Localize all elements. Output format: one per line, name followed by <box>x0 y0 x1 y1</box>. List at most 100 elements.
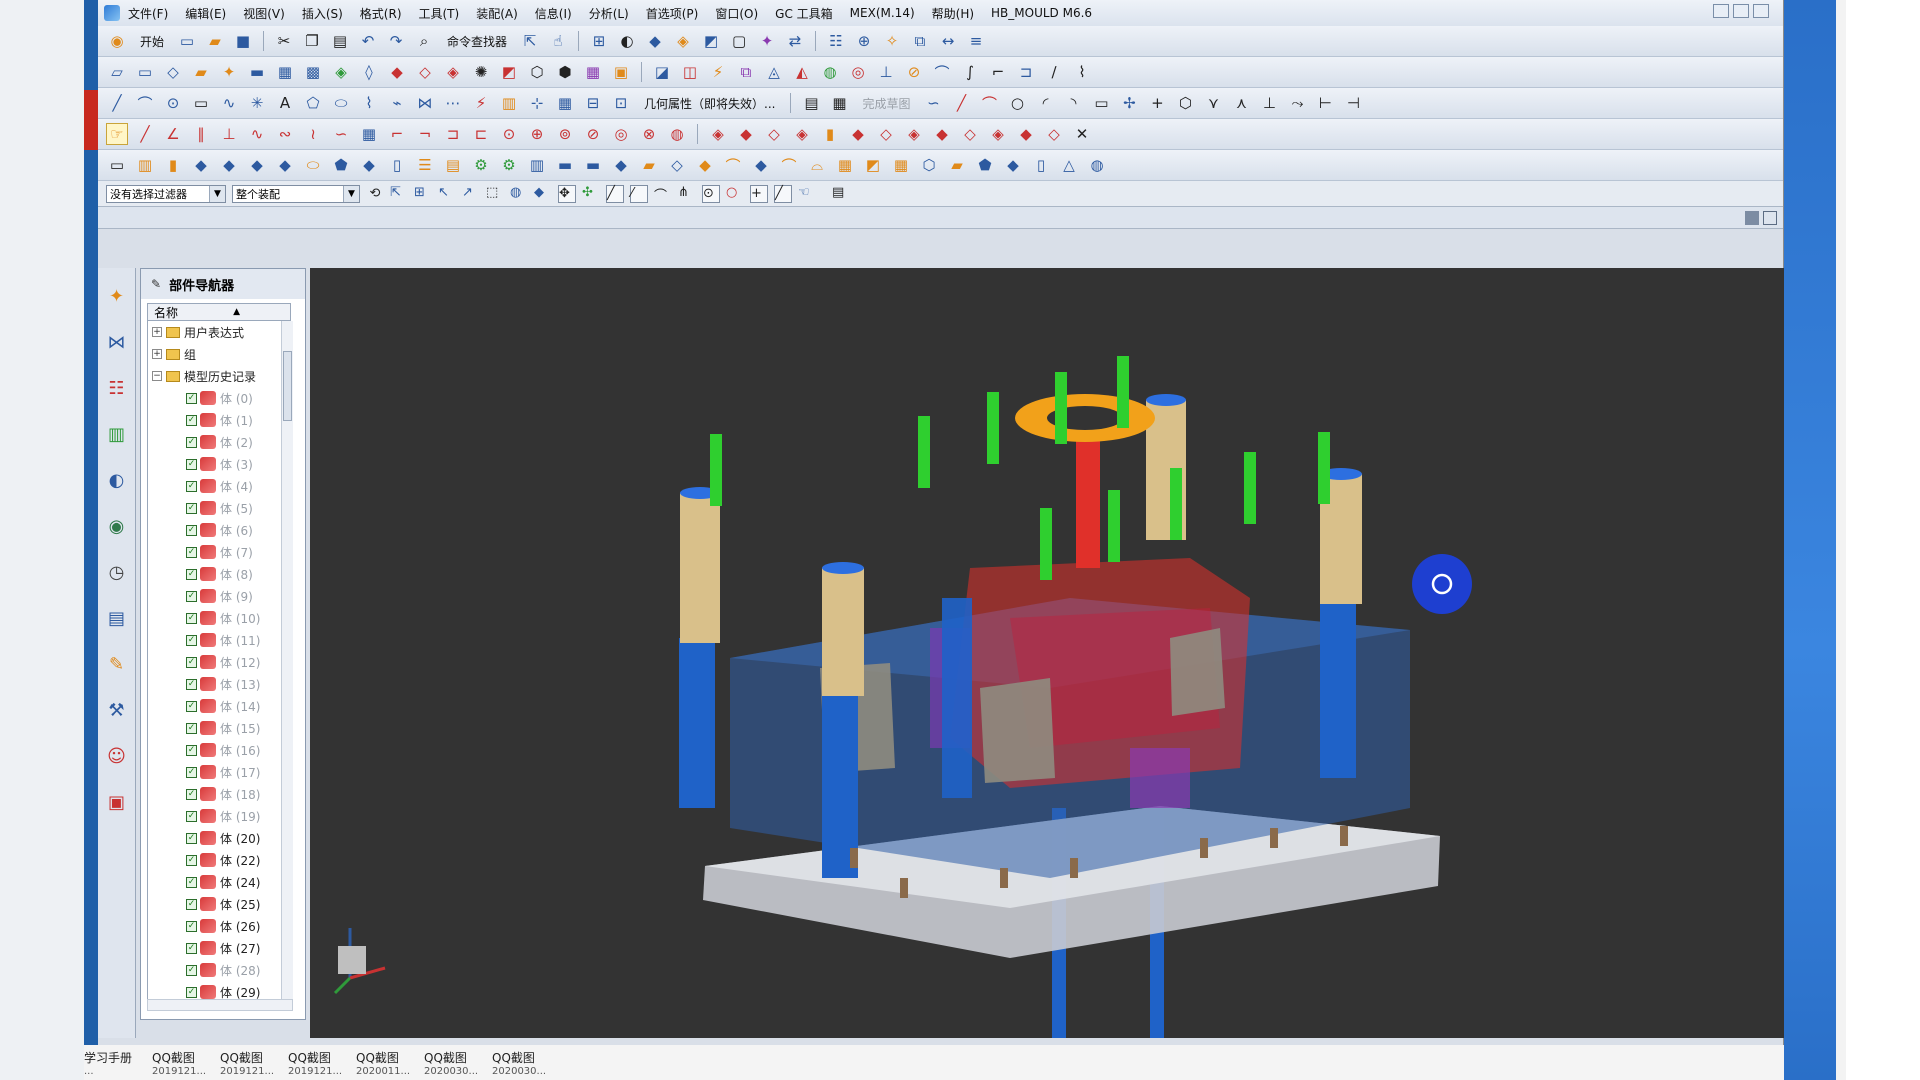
tree-feature-row[interactable]: ✓ 体 (8) <box>148 563 293 585</box>
select-arrow-icon[interactable]: ↖ <box>438 185 456 203</box>
face-select-icon[interactable]: ◆ <box>534 185 552 203</box>
select-general-icon[interactable]: ⇱ <box>390 185 408 203</box>
menu-help[interactable]: 帮助(H) <box>932 5 974 22</box>
visibility-checkbox[interactable]: ✓ <box>186 964 197 976</box>
dimension-icon[interactable]: ⊢ <box>1314 92 1336 114</box>
background-icon[interactable]: ▢ <box>728 30 750 52</box>
undo-icon[interactable]: ↶ <box>357 30 379 52</box>
thicken-icon[interactable]: ▰ <box>190 61 212 83</box>
roles-tab-icon[interactable]: ☺ <box>103 742 131 770</box>
select-tool-icon[interactable]: ⇱ <box>519 30 541 52</box>
restore-button[interactable] <box>1733 4 1749 18</box>
delete-face-icon[interactable]: ◊ <box>358 61 380 83</box>
bom-icon[interactable]: ▦ <box>890 154 912 176</box>
text-icon[interactable]: A <box>274 92 296 114</box>
graphics-viewport[interactable] <box>310 268 1784 1038</box>
network-icon[interactable]: ⚙ <box>470 154 492 176</box>
slab-icon[interactable]: ▬ <box>554 154 576 176</box>
navigator-vertical-scrollbar[interactable] <box>281 321 293 1010</box>
system-scenes-tab-icon[interactable]: ▣ <box>103 788 131 816</box>
tree-feature-row[interactable]: ✓ 体 (15) <box>148 717 293 739</box>
tree-feature-row[interactable]: ✓ 体 (9) <box>148 585 293 607</box>
visibility-checkbox[interactable]: ✓ <box>186 876 197 888</box>
close-button[interactable] <box>1753 4 1769 18</box>
point-icon[interactable]: ⊙ <box>162 92 184 114</box>
constraint-icon[interactable]: ✧ <box>881 30 903 52</box>
menu-edit[interactable]: 编辑(E) <box>185 5 226 22</box>
insert-icon[interactable]: ◆ <box>694 154 716 176</box>
block8-icon[interactable]: ◆ <box>750 154 772 176</box>
snap-pole-icon[interactable]: ☜ <box>798 185 816 203</box>
join-curve-icon[interactable]: ⌐ <box>987 61 1009 83</box>
reset-filter-icon[interactable]: ⟲ <box>366 185 384 203</box>
circle-tool5-icon[interactable]: ◎ <box>610 123 632 145</box>
snap-existing-point-icon[interactable]: + <box>750 184 768 203</box>
tree-feature-row[interactable]: ✓ 体 (11) <box>148 629 293 651</box>
selection-scope-dropdown[interactable]: 整个装配 ▼ <box>232 184 360 203</box>
type-filter-dropdown[interactable]: 没有选择过滤器 ▼ <box>106 184 226 203</box>
tree-feature-row[interactable]: ✓ 体 (19) <box>148 805 293 827</box>
block2-icon[interactable]: ◆ <box>218 154 240 176</box>
sphere-icon[interactable]: ◍ <box>1086 154 1108 176</box>
columns-icon[interactable]: ▥ <box>526 154 548 176</box>
make-corner-icon[interactable]: ⊥ <box>1258 92 1280 114</box>
mold-base-icon[interactable]: ▥ <box>134 154 156 176</box>
visibility-checkbox[interactable]: ✓ <box>186 722 197 734</box>
visibility-checkbox[interactable]: ✓ <box>186 634 197 646</box>
start-button[interactable]: 开始 <box>140 33 164 50</box>
snap-quadrant-icon[interactable]: ○ <box>726 185 744 203</box>
block6-icon[interactable]: ⬟ <box>330 154 352 176</box>
paste-icon[interactable]: ▤ <box>329 30 351 52</box>
geometry-property-button[interactable]: 几何属性（即将失效）... <box>644 95 775 112</box>
reuse-library-tab-icon[interactable]: ▥ <box>103 420 131 448</box>
silhouette-curve-icon[interactable]: ⚡ <box>470 92 492 114</box>
surface-icon[interactable]: ◇ <box>162 61 184 83</box>
visibility-checkbox[interactable]: ✓ <box>186 414 197 426</box>
open-folder-icon[interactable]: ▰ <box>204 30 226 52</box>
sketch-point-icon[interactable]: + <box>1146 92 1168 114</box>
bracket-icon[interactable]: ⊐ <box>442 123 464 145</box>
expander-icon[interactable]: − <box>152 371 162 381</box>
name-column-header[interactable]: 名称 ▲ <box>147 303 291 321</box>
circle-tool3-icon[interactable]: ⊚ <box>554 123 576 145</box>
move-face-icon[interactable]: ◆ <box>386 61 408 83</box>
rectangle-select-icon[interactable]: ⬚ <box>486 185 504 203</box>
ellipse-icon[interactable]: ⬭ <box>330 92 352 114</box>
taskbar-item-label[interactable]: QQ截图 <box>492 1049 535 1066</box>
hole-icon[interactable]: ▰ <box>946 154 968 176</box>
tree-group-row[interactable]: − 模型历史记录 <box>148 365 293 387</box>
add-component-icon[interactable]: ⊕ <box>853 30 875 52</box>
tree-feature-row[interactable]: ✓ 体 (27) <box>148 937 293 959</box>
measure-length-icon[interactable]: ≡ <box>965 30 987 52</box>
grid-icon[interactable]: ▦ <box>358 123 380 145</box>
visibility-checkbox[interactable]: ✓ <box>186 458 197 470</box>
mold-part6-icon[interactable]: ◆ <box>847 123 869 145</box>
chamfer-icon[interactable]: ◩ <box>498 61 520 83</box>
curve-tool-icon[interactable]: ∿ <box>246 123 268 145</box>
menu-analysis[interactable]: 分析(L) <box>589 5 629 22</box>
cylinder2-icon[interactable]: ▯ <box>1030 154 1052 176</box>
layers-icon[interactable]: ▤ <box>442 154 464 176</box>
circle-icon[interactable]: ○ <box>1006 92 1028 114</box>
tree-feature-row[interactable]: ✓ 体 (28) <box>148 959 293 981</box>
mold-part1-icon[interactable]: ◈ <box>707 123 729 145</box>
tree-feature-row[interactable]: ✓ 体 (25) <box>148 893 293 915</box>
bracket2-icon[interactable]: ⊏ <box>470 123 492 145</box>
visibility-checkbox[interactable]: ✓ <box>186 392 197 404</box>
lifter-icon[interactable]: ◇ <box>666 154 688 176</box>
tree-feature-row[interactable]: ✓ 体 (7) <box>148 541 293 563</box>
corner2-icon[interactable]: ¬ <box>414 123 436 145</box>
shell-icon[interactable]: ⬢ <box>554 61 576 83</box>
menu-window[interactable]: 窗口(O) <box>715 5 758 22</box>
studio-spline-icon[interactable]: ✢ <box>1118 92 1140 114</box>
mold-part3-icon[interactable]: ◇ <box>763 123 785 145</box>
slider-icon[interactable]: ▰ <box>638 154 660 176</box>
clip-section-icon[interactable]: ⊥ <box>875 61 897 83</box>
web-browser-tab-icon[interactable]: ◉ <box>103 512 131 540</box>
arc-icon[interactable]: ⌒ <box>134 92 156 114</box>
parallel-line-icon[interactable]: ∥ <box>190 123 212 145</box>
chamfer-sketch-icon[interactable]: ◝ <box>1062 92 1084 114</box>
visibility-checkbox[interactable]: ✓ <box>186 436 197 448</box>
visibility-checkbox[interactable]: ✓ <box>186 502 197 514</box>
sketch-rectangle-icon[interactable]: ▭ <box>1090 92 1112 114</box>
